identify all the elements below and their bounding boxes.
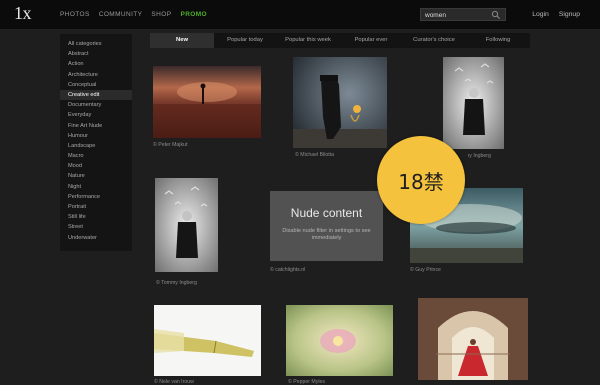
category-creative-edit[interactable]: Creative edit xyxy=(60,89,132,101)
photo-field-sunset[interactable] xyxy=(153,66,261,138)
photo-credit[interactable]: © Michael Bilotta xyxy=(295,152,334,158)
category-portrait[interactable]: Portrait xyxy=(60,202,132,212)
nav-community[interactable]: COMMUNITY xyxy=(99,11,143,18)
tab-popular-ever[interactable]: Popular ever xyxy=(340,33,402,48)
photo-red-dress[interactable] xyxy=(418,298,528,380)
category-night[interactable]: Night xyxy=(60,182,132,192)
photo-credit[interactable]: © catchlights.nl xyxy=(270,267,305,273)
category-performance[interactable]: Performance xyxy=(60,192,132,202)
category-nature[interactable]: Nature xyxy=(60,171,132,181)
photo-man-birds-2[interactable] xyxy=(155,178,218,272)
category-conceptual[interactable]: Conceptual xyxy=(60,80,132,90)
category-fine-art-nude[interactable]: Fine Art Nude xyxy=(60,121,132,131)
category-macro[interactable]: Macro xyxy=(60,151,132,161)
nav-promo[interactable]: PROMO xyxy=(180,11,207,18)
search-icon[interactable] xyxy=(491,10,501,20)
sort-tabs: New Popular today Popular this week Popu… xyxy=(150,33,530,48)
category-everyday[interactable]: Everyday xyxy=(60,110,132,120)
main-nav: PHOTOS COMMUNITY SHOP PROMO xyxy=(60,11,207,18)
tab-new[interactable]: New xyxy=(150,33,214,48)
category-sidebar: All categories Abstract Action Architect… xyxy=(60,34,132,251)
category-abstract[interactable]: Abstract xyxy=(60,49,132,59)
photo-man-hat[interactable] xyxy=(293,57,387,148)
photo-man-birds[interactable] xyxy=(443,57,504,149)
tab-curators-choice[interactable]: Curator's choice xyxy=(402,33,466,48)
login-link[interactable]: Login xyxy=(532,11,549,18)
category-humour[interactable]: Humour xyxy=(60,131,132,141)
nude-content-placeholder[interactable]: Nude content Disable nude filter in sett… xyxy=(270,191,383,261)
category-underwater[interactable]: Underwater xyxy=(60,233,132,243)
photo-credit[interactable]: © Guy Prince xyxy=(410,267,441,273)
category-documentary[interactable]: Documentary xyxy=(60,100,132,110)
top-bar: 1x PHOTOS COMMUNITY SHOP PROMO Login Sig… xyxy=(0,0,600,30)
nav-photos[interactable]: PHOTOS xyxy=(60,11,90,18)
search-box xyxy=(420,8,506,21)
category-architecture[interactable]: Architecture xyxy=(60,70,132,80)
tab-following[interactable]: Following xyxy=(466,33,530,48)
age-restriction-label: 18禁 xyxy=(398,170,444,194)
nav-shop[interactable]: SHOP xyxy=(151,11,171,18)
category-street[interactable]: Street xyxy=(60,222,132,232)
search-input[interactable] xyxy=(425,10,493,20)
category-mood[interactable]: Mood xyxy=(60,161,132,171)
photo-credit[interactable]: © Nele van Irouw xyxy=(154,379,194,385)
tab-popular-today[interactable]: Popular today xyxy=(214,33,276,48)
tab-popular-week[interactable]: Popular this week xyxy=(276,33,340,48)
nude-content-title: Nude content xyxy=(290,206,363,220)
photo-credit[interactable]: © Peter Majkut xyxy=(153,142,187,148)
category-action[interactable]: Action xyxy=(60,59,132,69)
photo-credit[interactable]: © Pepper Myles xyxy=(288,379,325,385)
signup-link[interactable]: Signup xyxy=(559,11,580,18)
account-links: Login Signup xyxy=(532,11,580,18)
photo-bottle[interactable] xyxy=(154,305,261,376)
photo-flower[interactable] xyxy=(286,305,393,376)
site-logo[interactable]: 1x xyxy=(14,3,32,24)
category-still-life[interactable]: Still life xyxy=(60,212,132,222)
category-landscape[interactable]: Landscape xyxy=(60,141,132,151)
age-restriction-badge: 18禁 xyxy=(377,136,465,224)
nude-content-hint: Disable nude filter in settings to see i… xyxy=(282,228,371,241)
photo-credit[interactable]: © Tommy Ingberg xyxy=(156,280,197,286)
category-all[interactable]: All categories xyxy=(60,39,132,49)
